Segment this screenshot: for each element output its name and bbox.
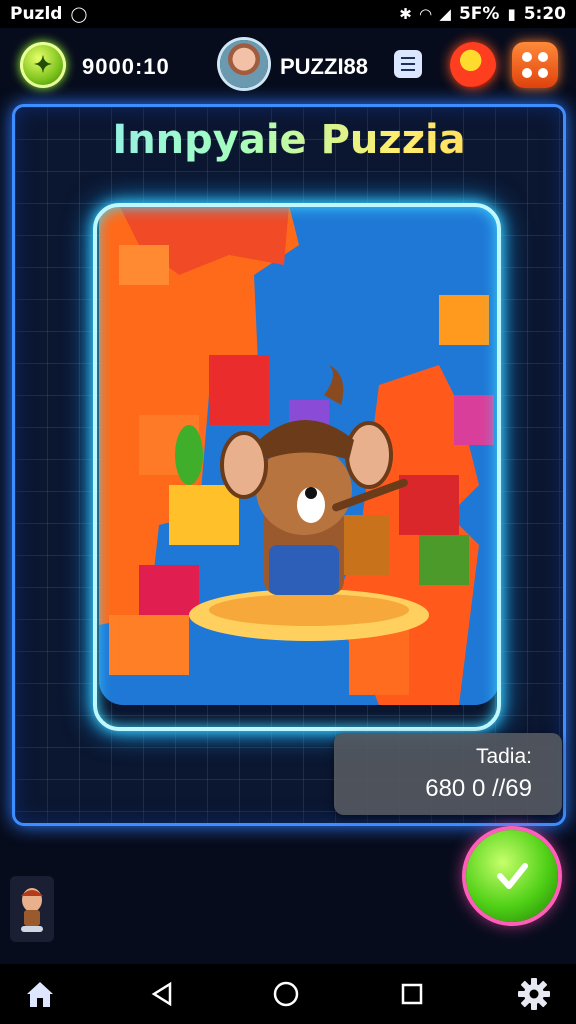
score-panel: Tadia: 680 0 //69	[334, 733, 562, 815]
status-bar: Puzld ◯ ✱ ◠ ◢ 5F% ▮ 5:20	[0, 0, 576, 28]
recents-square-icon[interactable]	[390, 974, 434, 1014]
back-triangle-icon[interactable]	[140, 974, 184, 1014]
score-label: Tadia:	[475, 745, 532, 768]
score-value: 680 0 //69	[425, 775, 532, 802]
navigation-bar	[0, 964, 576, 1024]
battery-icon: ▮	[507, 5, 516, 23]
shop-icon[interactable]	[450, 42, 496, 88]
home-icon[interactable]	[18, 974, 62, 1014]
list-icon[interactable]	[394, 50, 422, 78]
neon-frame	[93, 203, 501, 731]
battery-level: 5F%	[458, 4, 500, 24]
player-name: PUZZI88	[280, 54, 369, 79]
dice-icon[interactable]	[512, 42, 558, 88]
lightning-coin-icon[interactable]: ✦	[20, 42, 66, 88]
coin-count: 9000:10	[82, 54, 170, 79]
home-circle-icon[interactable]	[264, 974, 308, 1014]
mascot-icon	[21, 888, 43, 932]
bluetooth-icon: ✱	[399, 5, 412, 23]
app-label: Puzld	[10, 4, 63, 24]
gear-icon[interactable]	[512, 974, 556, 1014]
puzzle-board[interactable]: Innpyaie Puzzia	[12, 104, 566, 826]
signal-icon: ◢	[439, 5, 451, 23]
mascot-thumbnail[interactable]	[10, 876, 54, 942]
puzzle-title: Innpyaie Puzzia	[15, 117, 563, 163]
checkmark-icon	[497, 863, 528, 889]
wifi-icon: ◠	[419, 5, 432, 23]
clock: 5:20	[523, 4, 566, 24]
notification-icon: ◯	[70, 5, 88, 23]
top-bar: ✦ 9000:10 PUZZI88	[0, 34, 576, 98]
avatar[interactable]	[220, 40, 268, 88]
confirm-button[interactable]	[466, 830, 558, 922]
